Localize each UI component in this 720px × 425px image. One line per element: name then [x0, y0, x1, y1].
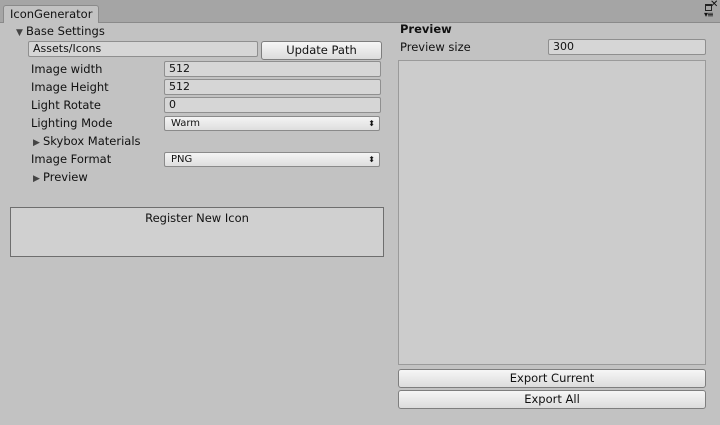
image-height-label: Image Height — [31, 80, 109, 94]
lighting-mode-dropdown[interactable]: Warm ⬍ — [164, 116, 380, 131]
base-settings-foldout[interactable]: ▼ Base Settings — [16, 22, 105, 40]
lighting-mode-label: Lighting Mode — [31, 116, 113, 130]
lighting-mode-value: Warm — [171, 118, 201, 129]
update-path-button[interactable]: Update Path — [261, 41, 382, 60]
preview-panel-title: Preview — [400, 22, 452, 36]
close-icon[interactable]: ✕ — [710, 0, 718, 10]
skybox-materials-label: Skybox Materials — [43, 134, 141, 148]
image-format-dropdown[interactable]: PNG ⬍ — [164, 152, 380, 167]
skybox-materials-foldout[interactable]: ▶ Skybox Materials — [33, 132, 141, 150]
register-new-icon-title: Register New Icon — [145, 211, 249, 225]
preview-size-label: Preview size — [400, 40, 471, 54]
path-field[interactable]: Assets/Icons — [28, 41, 258, 57]
export-all-button[interactable]: Export All — [398, 390, 706, 409]
menu-icon[interactable]: ▾≡ — [704, 11, 714, 19]
tab-icon-generator[interactable]: IconGenerator — [3, 5, 100, 23]
tab-strip: IconGenerator ✕ ▾≡ — [0, 0, 720, 23]
foldout-collapsed-icon: ▶ — [33, 174, 40, 184]
export-current-button[interactable]: Export Current — [398, 369, 706, 388]
light-rotate-label: Light Rotate — [31, 98, 102, 112]
base-settings-title: Base Settings — [26, 24, 105, 38]
dropdown-caret-icon: ⬍ — [368, 155, 375, 164]
image-format-value: PNG — [171, 154, 193, 165]
preview-size-field[interactable]: 300 — [548, 39, 706, 55]
image-width-field[interactable]: 512 — [164, 61, 381, 77]
window-controls: ✕ ▾≡ — [701, 0, 718, 21]
image-format-label: Image Format — [31, 152, 112, 166]
register-new-icon-box[interactable]: Register New Icon — [10, 207, 384, 257]
foldout-expanded-icon: ▼ — [16, 28, 23, 38]
dropdown-caret-icon: ⬍ — [368, 119, 375, 128]
image-width-label: Image width — [31, 62, 103, 76]
image-height-field[interactable]: 512 — [164, 79, 381, 95]
preview-foldout[interactable]: ▶ Preview — [33, 168, 88, 186]
light-rotate-field[interactable]: 0 — [164, 97, 381, 113]
preview-foldout-label: Preview — [43, 170, 88, 184]
preview-viewport — [398, 60, 706, 365]
